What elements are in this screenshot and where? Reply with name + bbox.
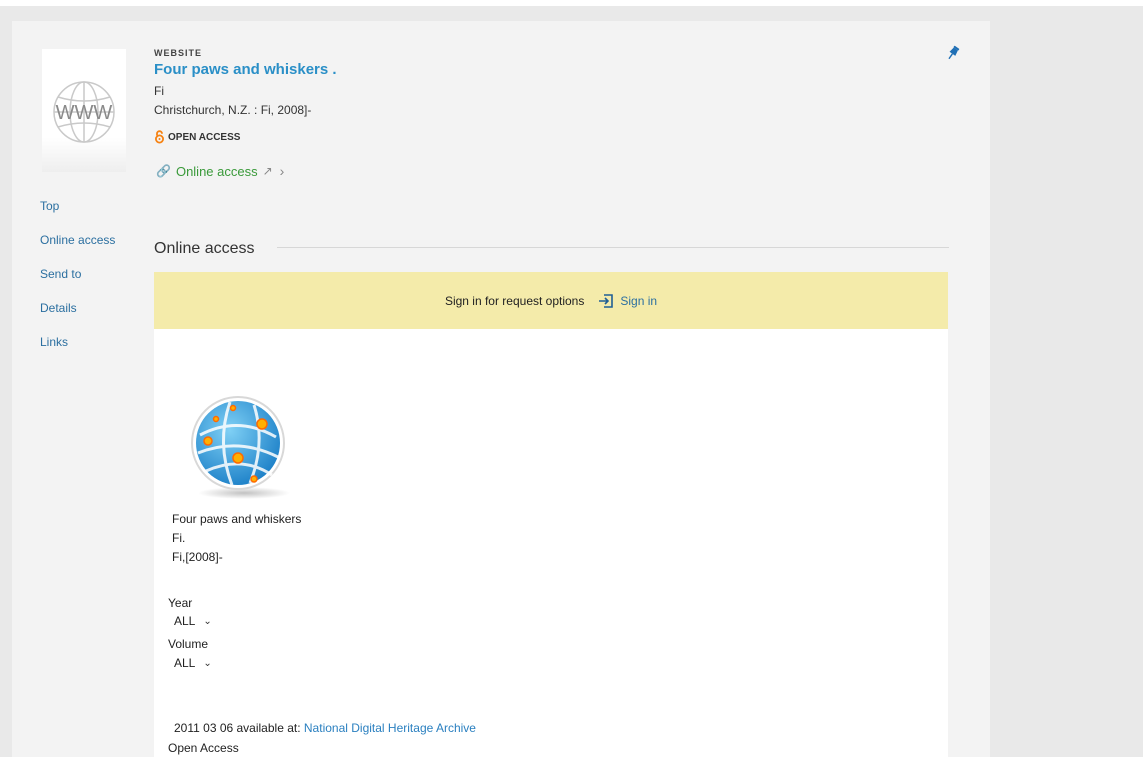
resource-author: Fi. xyxy=(172,531,186,545)
access-note: Open Access xyxy=(168,741,239,755)
thumbnail-text: WWW xyxy=(56,102,113,124)
external-link-icon: ↗ xyxy=(262,164,273,178)
open-access-label: OPEN ACCESS xyxy=(168,131,241,143)
year-select-value: ALL xyxy=(174,614,196,628)
side-navigation: Top Online access Send to Details Links xyxy=(40,199,115,369)
chevron-right-icon: › xyxy=(279,163,285,179)
resource-publication: Fi,[2008]- xyxy=(172,550,223,564)
availability-line: 2011 03 06 available at: National Digita… xyxy=(174,721,476,735)
online-access-label: Online access xyxy=(175,163,258,179)
globe-network-icon xyxy=(191,396,290,499)
open-access-lock-icon xyxy=(155,130,164,144)
resource-type-label: WEBSITE xyxy=(154,48,203,58)
volume-select-value: ALL xyxy=(174,656,196,670)
signin-prompt: Sign in for request options xyxy=(444,293,585,308)
online-access-link[interactable]: 🔗 Online access ↗ › xyxy=(156,163,284,179)
national-digital-heritage-archive-link[interactable]: National Digital Heritage Archive xyxy=(304,721,476,735)
sign-in-icon xyxy=(599,293,614,308)
sidenav-item-online-access[interactable]: Online access xyxy=(40,233,115,267)
availability-text: 2011 03 06 available at: xyxy=(174,721,301,735)
open-access-badge: OPEN ACCESS xyxy=(154,130,240,144)
volume-label: Volume xyxy=(168,637,209,651)
record-author: Fi xyxy=(154,84,164,98)
chevron-down-icon: ⌄ xyxy=(203,615,212,627)
sidenav-item-details[interactable]: Details xyxy=(40,301,115,335)
volume-select[interactable]: ALL ⌄ xyxy=(174,656,212,670)
signin-label: Sign in xyxy=(620,293,658,308)
sidenav-item-send-to[interactable]: Send to xyxy=(40,267,115,301)
online-access-content xyxy=(154,329,948,757)
record-thumbnail[interactable]: WWW xyxy=(42,49,126,172)
record-title-link[interactable]: Four paws and whiskers . xyxy=(154,61,337,78)
signin-button[interactable]: Sign in xyxy=(598,293,657,309)
section-divider xyxy=(277,247,949,248)
record-publication: Christchurch, N.Z. : Fi, 2008]- xyxy=(154,103,312,117)
pin-icon[interactable] xyxy=(944,44,962,62)
year-select[interactable]: ALL ⌄ xyxy=(174,614,212,628)
year-label: Year xyxy=(168,596,193,610)
sidenav-item-links[interactable]: Links xyxy=(40,335,115,369)
signin-banner: Sign in for request options Sign in xyxy=(154,272,948,329)
link-icon: 🔗 xyxy=(156,164,171,178)
chevron-down-icon: ⌄ xyxy=(203,657,212,669)
sidenav-item-top[interactable]: Top xyxy=(40,199,115,233)
section-title: Online access xyxy=(154,240,255,257)
www-globe-icon: WWW xyxy=(53,81,115,143)
resource-title: Four paws and whiskers xyxy=(172,512,302,526)
